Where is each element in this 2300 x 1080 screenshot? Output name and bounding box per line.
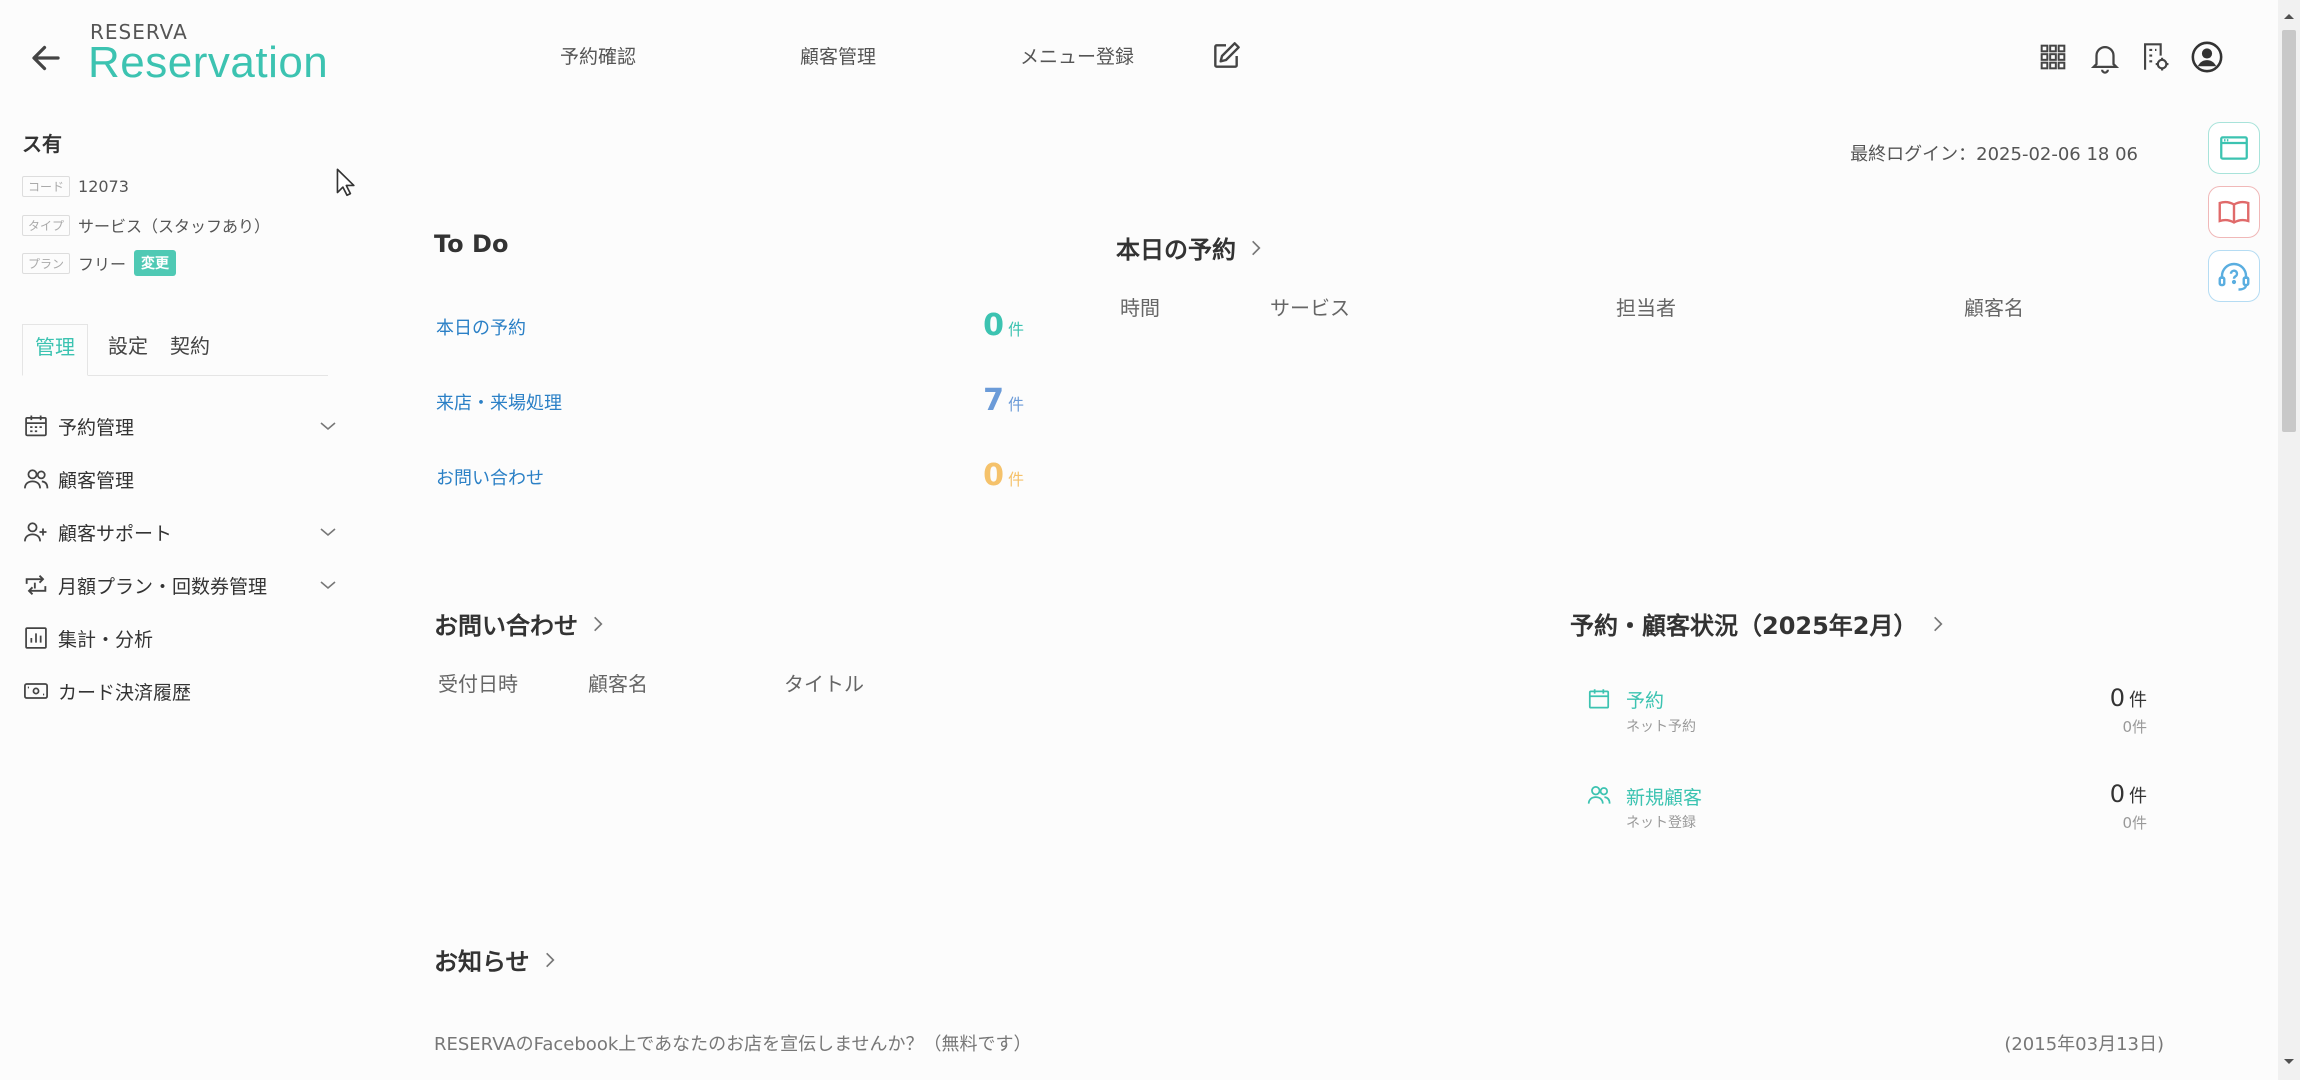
- stat-new-customers-subcount: 0件: [2122, 814, 2147, 832]
- col-received-at: 受付日時: [438, 672, 518, 696]
- todo-today-reservations-link[interactable]: 本日の予約: [436, 314, 526, 340]
- sidebar-item-customer-management[interactable]: 顧客管理: [22, 459, 340, 499]
- news-item-date: (2015年03月13日): [2004, 1034, 2164, 1055]
- chevron-right-icon[interactable]: [540, 950, 560, 970]
- sidebar-item-monthly-plan[interactable]: 月額プラン・回数券管理: [22, 565, 340, 605]
- stat-new-customers-sub: ネット登録: [1626, 815, 1696, 831]
- manual-book-button[interactable]: [2208, 186, 2260, 238]
- sidebar-tabs: 管理 設定 契約: [22, 324, 328, 376]
- arrow-left-icon: [32, 45, 60, 71]
- last-login-text: 最終ログイン：2025-02-06 18 06: [1850, 144, 2138, 165]
- todo-inquiries-count: 0件: [983, 458, 1024, 493]
- bell-icon[interactable]: [2088, 40, 2122, 74]
- col-title: タイトル: [784, 672, 864, 696]
- news-title[interactable]: お知らせ: [434, 942, 560, 977]
- col-staff: 担当者: [1616, 296, 1676, 320]
- inquiries-title[interactable]: お問い合わせ: [434, 606, 608, 641]
- stat-new-customers-count: 0件: [2109, 780, 2147, 808]
- store-code-row: コード 12073: [22, 176, 129, 197]
- sidebar-item-label: 集計・分析: [58, 628, 154, 651]
- user-plus-icon: [24, 522, 47, 542]
- today-reservations-title[interactable]: 本日の予約: [1116, 230, 1266, 265]
- building-gear-icon[interactable]: [2138, 40, 2172, 74]
- calendar-icon: [1588, 689, 1610, 709]
- card-icon: [24, 683, 48, 699]
- type-tag: タイプ: [22, 214, 71, 236]
- stat-reservations-subcount: 0件: [2122, 718, 2147, 736]
- todo-visit-count: 7件: [983, 383, 1024, 418]
- chevron-right-icon[interactable]: [588, 614, 608, 634]
- scroll-up-arrow-icon[interactable]: [2281, 8, 2297, 24]
- col-service: サービス: [1270, 296, 1350, 320]
- store-name: ス有: [22, 132, 62, 156]
- repeat-icon: [25, 575, 47, 595]
- sidebar-item-reservation-management[interactable]: 予約管理: [22, 406, 340, 446]
- tab-management[interactable]: 管理: [22, 324, 88, 376]
- stat-new-customers-link[interactable]: 新規顧客: [1626, 783, 1702, 810]
- store-code: 12073: [78, 177, 129, 196]
- browser-window-button[interactable]: [2208, 122, 2260, 174]
- scrollbar-thumb[interactable]: [2282, 30, 2296, 432]
- browser-window-icon: [2220, 136, 2248, 160]
- nav-customer-management[interactable]: 顧客管理: [800, 42, 876, 69]
- sidebar-item-customer-support[interactable]: 顧客サポート: [22, 512, 340, 552]
- nav-menu-register[interactable]: メニュー登録: [1020, 42, 1134, 69]
- sidebar-item-label: 予約管理: [58, 416, 135, 439]
- apps-grid-icon[interactable]: [2036, 40, 2070, 74]
- bar-chart-icon: [25, 627, 47, 649]
- user-avatar-icon[interactable]: [2190, 40, 2224, 74]
- chevron-right-icon[interactable]: [1928, 614, 1948, 634]
- col-inquiry-customer: 顧客名: [588, 672, 648, 696]
- help-support-button[interactable]: [2208, 250, 2260, 302]
- users-icon: [24, 469, 49, 489]
- users-icon: [1587, 786, 1611, 804]
- stat-reservations-sub: ネット予約: [1626, 719, 1696, 735]
- back-button[interactable]: [28, 40, 64, 76]
- todo-visit-processing-link[interactable]: 来店・来場処理: [436, 389, 562, 415]
- sidebar-item-label: カード決済履歴: [58, 681, 192, 704]
- stat-reservations-link[interactable]: 予約: [1626, 686, 1664, 713]
- col-customer-name: 顧客名: [1964, 296, 2024, 320]
- col-time: 時間: [1120, 296, 1160, 320]
- sidebar-item-analytics[interactable]: 集計・分析: [22, 618, 340, 658]
- code-tag: コード: [22, 176, 71, 197]
- sidebar-item-label: 月額プラン・回数券管理: [58, 575, 268, 598]
- plan-tag: プラン: [22, 252, 71, 274]
- chevron-down-icon[interactable]: [316, 573, 340, 597]
- todo-title: To Do: [434, 230, 509, 258]
- status-title[interactable]: 予約・顧客状況（2025年2月）: [1570, 606, 1948, 641]
- chevron-down-icon[interactable]: [316, 414, 340, 438]
- plan-change-button[interactable]: 変更: [134, 250, 177, 276]
- store-plan: フリー: [78, 255, 127, 274]
- sidebar-item-card-payments[interactable]: カード決済履歴: [22, 671, 340, 711]
- store-type-row: タイプ サービス（スタッフあり）: [22, 213, 270, 237]
- mouse-cursor-icon: [336, 168, 355, 197]
- brand-logo[interactable]: Reservation: [88, 38, 328, 88]
- tab-contract[interactable]: 契約: [162, 324, 218, 376]
- headset-help-icon: [2218, 262, 2250, 291]
- store-type: サービス（スタッフあり）: [78, 217, 271, 236]
- tab-settings[interactable]: 設定: [100, 324, 156, 376]
- todo-inquiries-link[interactable]: お問い合わせ: [436, 464, 544, 490]
- edit-icon[interactable]: [1210, 40, 1242, 72]
- calendar-icon: [25, 415, 47, 437]
- news-item-link[interactable]: RESERVAのFacebook上であなたのお店を宣伝しませんか？（無料です）: [434, 1030, 1032, 1056]
- store-plan-row: プラン フリー 変更: [22, 250, 177, 276]
- book-icon: [2218, 200, 2250, 224]
- todo-today-count: 0件: [983, 308, 1024, 343]
- sidebar-item-label: 顧客サポート: [58, 522, 173, 545]
- stat-reservations-count: 0件: [2109, 684, 2147, 712]
- chevron-right-icon[interactable]: [1246, 238, 1266, 258]
- scroll-down-arrow-icon[interactable]: [2281, 1054, 2297, 1070]
- nav-reservation-check[interactable]: 予約確認: [560, 42, 636, 69]
- sidebar-item-label: 顧客管理: [58, 469, 135, 492]
- chevron-down-icon[interactable]: [316, 520, 340, 544]
